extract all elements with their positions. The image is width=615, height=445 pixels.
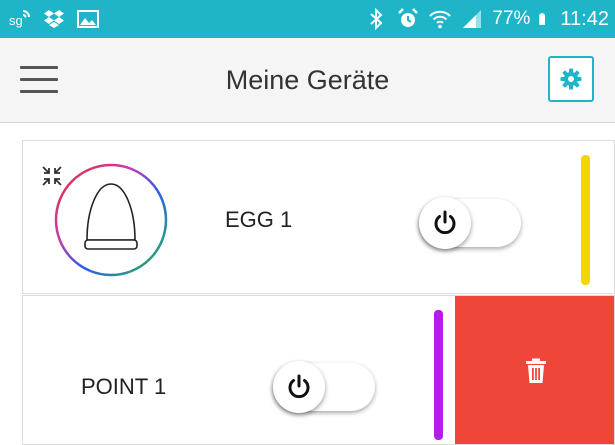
signal-icon — [463, 10, 482, 28]
power-toggle[interactable] — [273, 361, 375, 413]
device-list: EGG 1 POINT 1 — [22, 140, 615, 445]
image-icon — [77, 10, 99, 28]
battery-percentage: 77% — [492, 8, 531, 29]
bluetooth-icon — [370, 7, 383, 31]
clock: 11:42 — [560, 7, 609, 30]
status-bar-left: sg — [8, 7, 100, 31]
device-name: EGG 1 — [225, 207, 293, 232]
settings-button[interactable] — [548, 56, 594, 102]
power-icon — [288, 374, 310, 399]
svg-text:sg: sg — [9, 13, 23, 28]
device-color-bar — [581, 155, 590, 285]
trash-icon — [525, 358, 546, 383]
device-name: POINT 1 — [81, 374, 167, 399]
toggle-knob[interactable] — [273, 361, 325, 413]
delete-button[interactable] — [455, 296, 614, 444]
gear-icon — [560, 68, 582, 90]
wifi-icon — [429, 10, 452, 29]
sync-icon: sg — [9, 10, 30, 28]
app-bar: Meine Geräte — [0, 38, 615, 123]
page-title: Meine Geräte — [225, 65, 390, 95]
alarm-icon — [398, 8, 419, 27]
egg-lamp-icon[interactable] — [53, 162, 169, 278]
power-icon — [434, 210, 456, 235]
battery-icon — [539, 13, 546, 25]
device-card[interactable]: POINT 1 — [22, 295, 615, 445]
power-toggle[interactable] — [419, 197, 521, 249]
toggle-knob[interactable] — [419, 197, 471, 249]
dropbox-icon — [44, 10, 64, 28]
status-bar: sg 77% 11:42 — [0, 0, 615, 38]
status-bar-right: 77% 11:42 — [364, 7, 609, 31]
device-card[interactable]: EGG 1 — [22, 140, 615, 294]
device-color-bar — [434, 310, 443, 440]
